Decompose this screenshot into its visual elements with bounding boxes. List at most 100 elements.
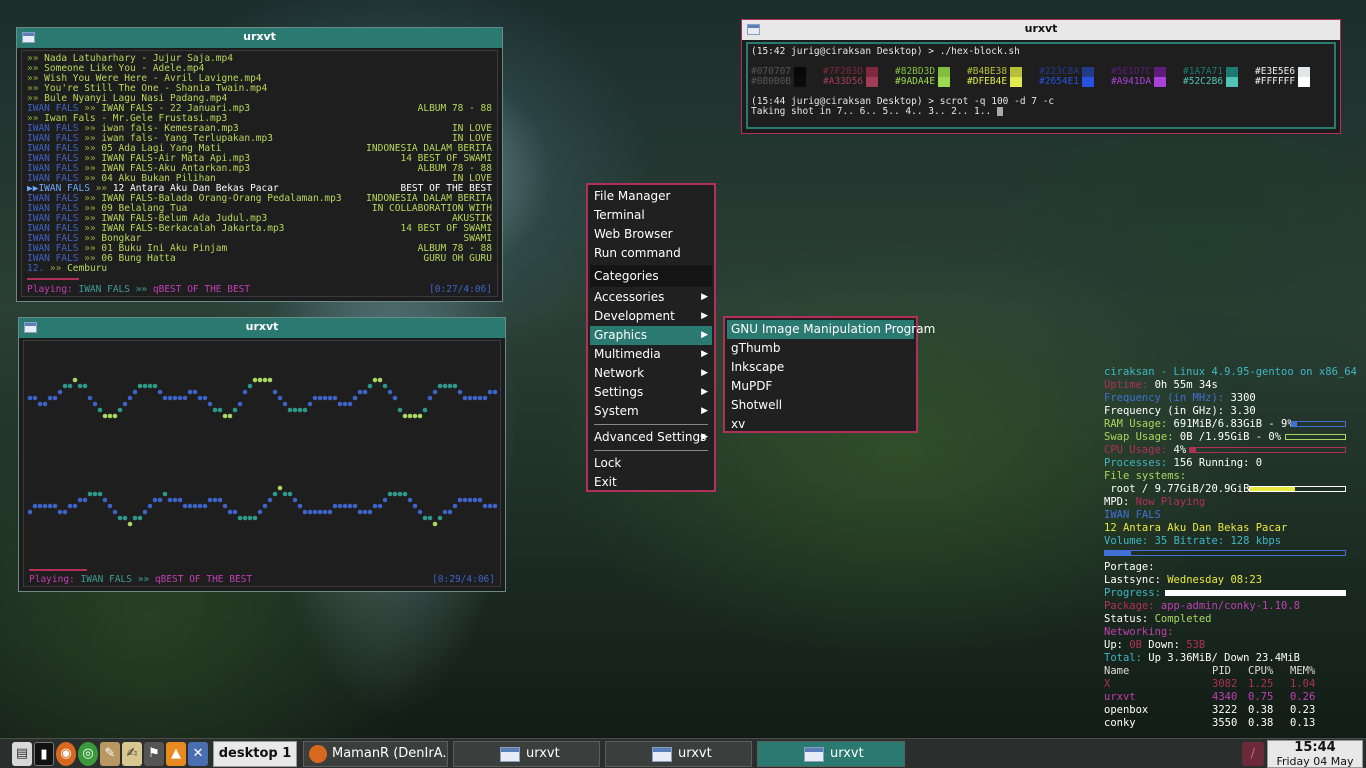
visualizer-dot [477,497,483,503]
visualizer-dot [347,401,353,407]
file-manager-icon[interactable]: ✎ [100,742,120,766]
visualizer-dot [212,497,218,503]
conky-freq-ghz: Frequency (in GHz): 3.30 [1104,405,1256,417]
process-table-header: CPU% [1248,665,1274,677]
menu-item-run-command[interactable]: Run command [590,244,712,263]
cpu-bar [1189,447,1346,453]
window-title: urxvt [243,30,276,43]
graphics-submenu[interactable]: GNU Image Manipulation Program gThumb In… [723,316,935,434]
visualizer-dot [67,383,73,389]
terminal-icon[interactable]: ▮ [34,742,54,766]
visualizer-dot [47,503,53,509]
ram-bar [1291,421,1346,427]
playlist-row[interactable]: 12. »» Cemburu [27,264,492,274]
network-tray-icon[interactable]: ∕ [1242,742,1264,766]
visualizer-dot [317,509,323,515]
visualizer-dot [127,395,133,401]
menu-item-file-manager[interactable]: File Manager [590,187,712,206]
menu-item-mupdf[interactable]: MuPDF [727,377,914,396]
menu-item-advanced-settings[interactable]: Advanced Settings ▶ [590,428,712,447]
visualizer-dot [112,509,118,515]
show-desktop-icon[interactable]: ▤ [12,742,32,766]
menu-item-accessories[interactable]: Accessories ▶ [590,288,712,307]
clock[interactable]: 15:44 Friday 04 May [1267,740,1363,768]
visualizer-dot [187,389,193,395]
visualizer-dot [232,509,238,515]
visualizer-dot [172,497,178,503]
menu-item-settings[interactable]: Settings ▶ [590,383,712,402]
mpd-progress-bar [1104,550,1346,556]
visualizer-dot [157,389,163,395]
visualizer-dot [292,497,298,503]
visualizer-dot [42,401,48,407]
task-firefox[interactable]: MamanR (DenIrA... [303,741,448,767]
chrome-icon[interactable]: ◎ [78,742,98,766]
task-urxvt-1[interactable]: urxvt [453,741,600,767]
visualizer-dot [347,503,353,509]
color-swatch [938,76,951,87]
color-swatch [1298,66,1311,77]
visualizer-dot [442,509,448,515]
menu-item-system[interactable]: System ▶ [590,402,712,421]
visualizer-dot [132,389,138,395]
menu-item-graphics[interactable]: Graphics ▶ [590,326,712,345]
menu-item-lock[interactable]: Lock [590,454,712,473]
menu-item-terminal[interactable]: Terminal [590,206,712,225]
visualizer-dot [462,395,468,401]
task-urxvt-2[interactable]: urxvt [605,741,752,767]
visualizer-window[interactable]: urxvt Playing: IWAN FALS »» qBEST OF THE… [18,317,506,592]
hex-window[interactable]: urxvt (15:42 jurig@ciraksan Desktop) > .… [741,19,1341,134]
vlc-icon[interactable]: ▲ [166,742,186,766]
visualizer-dot [257,509,263,515]
hex-titlebar[interactable]: urxvt [742,20,1340,40]
task-urxvt-3[interactable]: urxvt [757,741,905,767]
root-menu[interactable]: File Manager Terminal Web Browser Run co… [586,183,716,492]
menu-item-network[interactable]: Network ▶ [590,364,712,383]
visualizer-dot [412,413,418,419]
media-player-icon[interactable]: ⚑ [144,742,164,766]
visualizer-dot [462,497,468,503]
menu-item-gimp[interactable]: GNU Image Manipulation Program [727,320,935,339]
menu-item-xv[interactable]: xv [727,415,914,434]
visualizer-titlebar[interactable]: urxvt [19,318,505,338]
visualizer-dot [107,503,113,509]
menu-item-inkscape[interactable]: Inkscape [727,358,914,377]
menu-item-shotwell[interactable]: Shotwell [727,396,914,415]
menu-item-exit[interactable]: Exit [590,473,712,492]
text-editor-icon[interactable]: ✍ [122,742,142,766]
playlist-window[interactable]: urxvt »» Nada Latuharhary - Jujur Saja.m… [16,27,503,302]
settings-icon[interactable]: ✕ [188,742,208,766]
visualizer-dot [177,497,183,503]
playlist-terminal[interactable]: »» Nada Latuharhary - Jujur Saja.mp4 »» … [21,50,498,297]
menu-item-multimedia[interactable]: Multimedia ▶ [590,345,712,364]
color-swatch [1226,66,1239,77]
menu-item-web-browser[interactable]: Web Browser [590,225,712,244]
visualizer-dot [122,515,128,521]
visualizer-dot [452,383,458,389]
playlist-titlebar[interactable]: urxvt [17,28,502,48]
visualizer-dot [482,503,488,509]
menu-item-gthumb[interactable]: gThumb [727,339,914,358]
process-table-cell: 0.38 [1248,717,1274,729]
visualizer-dot [117,515,123,521]
visualizer-dot [87,395,93,401]
hex-color-entry: #A941DA [1111,76,1183,87]
portage-progress-bar [1165,590,1346,596]
hex-terminal[interactable]: (15:42 jurig@ciraksan Desktop) > ./hex-b… [746,42,1336,129]
visualizer-dot [212,407,218,413]
visualizer-dot [247,515,253,521]
visualizer-dot [477,395,483,401]
visualizer-dot [467,395,473,401]
visualizer-dot [407,497,413,503]
visualizer-dot [87,491,93,497]
process-table-cell: 1.25 [1248,678,1274,690]
firefox-icon[interactable]: ◉ [56,742,76,766]
visualizer-dot [92,401,98,407]
visualizer-dot [417,509,423,515]
desktop-switcher[interactable]: desktop 1 [213,741,297,767]
menu-item-development[interactable]: Development ▶ [590,307,712,326]
visualizer-terminal[interactable]: Playing: IWAN FALS »» qBEST OF THE BEST … [23,340,501,587]
process-table-cell: conky [1104,717,1136,729]
visualizer-dot [272,389,278,395]
playlist-progress-bar [27,278,79,280]
